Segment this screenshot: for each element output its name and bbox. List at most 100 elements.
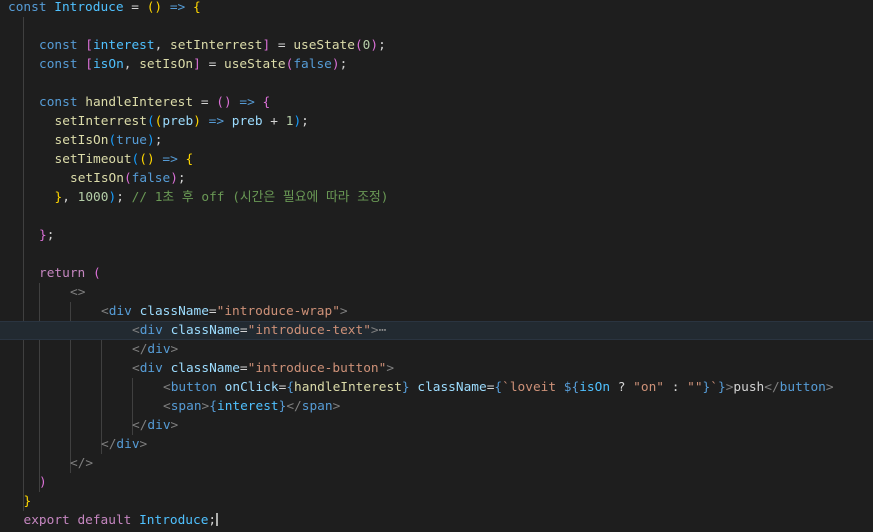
- code-line[interactable]: </div>: [0, 340, 873, 359]
- code-token: "introduce-button": [247, 361, 387, 376]
- code-line-text: const handleInterest = () => {: [39, 93, 270, 112]
- code-line[interactable]: }, 1000); // 1초 후 off (시간은 필요에 따라 조정): [0, 188, 873, 207]
- code-token: =: [193, 95, 217, 110]
- code-line[interactable]: [0, 207, 873, 226]
- code-line[interactable]: ): [0, 473, 873, 492]
- code-line[interactable]: <>: [0, 283, 873, 302]
- folded-region-icon[interactable]: ⋯: [379, 323, 387, 338]
- code-token: >: [332, 399, 341, 414]
- code-token: </: [132, 418, 148, 433]
- code-token: ${: [563, 380, 580, 395]
- code-line[interactable]: [0, 74, 873, 93]
- code-line[interactable]: const [interest, setInterrest] = useStat…: [0, 36, 873, 55]
- code-token: ): [170, 171, 178, 186]
- code-line-active[interactable]: <div className="introduce-text">⋯: [0, 321, 873, 340]
- code-token: =>: [200, 114, 232, 129]
- code-token: {: [192, 0, 201, 15]
- code-line-text: }, 1000); // 1초 후 off (시간은 필요에 따라 조정): [55, 188, 389, 207]
- code-token: span: [301, 399, 333, 414]
- code-token: preb: [231, 114, 263, 129]
- code-token: ;: [301, 114, 309, 129]
- code-token: ): [146, 133, 155, 148]
- code-line[interactable]: </div>: [0, 435, 873, 454]
- code-line[interactable]: <div className="introduce-button">: [0, 359, 873, 378]
- code-token: >: [386, 361, 395, 376]
- code-line-text: </div>: [132, 416, 178, 435]
- code-line[interactable]: <div className="introduce-wrap">: [0, 302, 873, 321]
- code-token: const: [8, 0, 55, 15]
- code-token: {: [185, 152, 194, 167]
- code-token: (: [123, 171, 132, 186]
- code-token: }: [717, 380, 726, 395]
- code-line[interactable]: };: [0, 226, 873, 245]
- code-token: [: [85, 57, 93, 72]
- code-token: </: [101, 437, 117, 452]
- code-token: ): [39, 475, 47, 490]
- code-line[interactable]: setTimeout(() => {: [0, 150, 873, 169]
- code-token: >: [170, 342, 179, 357]
- code-token: button: [779, 380, 826, 395]
- code-line-text: <>: [70, 283, 85, 302]
- code-token: {: [209, 399, 217, 414]
- code-line[interactable]: </>: [0, 454, 873, 473]
- code-token: setIsOn: [70, 171, 124, 186]
- code-token: ): [154, 0, 163, 15]
- code-line-text: setTimeout(() => {: [55, 150, 194, 169]
- code-token: div: [147, 342, 171, 357]
- code-token: const: [39, 57, 86, 72]
- code-line[interactable]: setIsOn(true);: [0, 131, 873, 150]
- code-line[interactable]: }: [0, 492, 873, 511]
- code-token: {: [286, 380, 295, 395]
- code-token: =: [239, 323, 248, 338]
- code-token: }: [39, 228, 47, 243]
- code-token: =: [270, 38, 294, 53]
- code-token: ;: [378, 38, 386, 53]
- code-editor[interactable]: const Introduce = () => {const [interest…: [0, 0, 873, 532]
- code-line[interactable]: setIsOn(false);: [0, 169, 873, 188]
- code-token: <>: [70, 285, 86, 300]
- code-token: button: [170, 380, 217, 395]
- code-line[interactable]: setInterrest((preb) => preb + 1);: [0, 112, 873, 131]
- code-token: div: [139, 323, 163, 338]
- code-line-text: </div>: [101, 435, 147, 454]
- code-token: push: [733, 380, 765, 395]
- code-token: div: [139, 361, 163, 376]
- code-token: span: [170, 399, 202, 414]
- code-token: useState: [223, 57, 286, 72]
- code-line[interactable]: const [isOn, setIsOn] = useState(false);: [0, 55, 873, 74]
- code-token: setIsOn: [139, 57, 194, 72]
- code-line[interactable]: <button onClick={handleInterest} classNa…: [0, 378, 873, 397]
- code-token: =: [239, 361, 248, 376]
- code-token: interest: [216, 399, 279, 414]
- code-token: =: [200, 57, 224, 72]
- code-line[interactable]: const handleInterest = () => {: [0, 93, 873, 112]
- code-line[interactable]: </div>: [0, 416, 873, 435]
- code-line[interactable]: [0, 17, 873, 36]
- code-token: Introduce: [54, 0, 124, 15]
- code-line-text: };: [39, 226, 54, 245]
- code-line[interactable]: [0, 245, 873, 264]
- code-line[interactable]: return (: [0, 264, 873, 283]
- code-line-text: <div className="introduce-text">⋯: [132, 322, 386, 341]
- code-token: ,: [123, 57, 140, 72]
- code-line-text: const [interest, setInterrest] = useStat…: [39, 36, 386, 55]
- code-token: +: [262, 114, 286, 129]
- code-token: ,: [154, 38, 171, 53]
- code-token: >: [170, 418, 179, 433]
- code-token: preb: [162, 114, 194, 129]
- code-line-text: const [isOn, setIsOn] = useState(false);: [39, 55, 347, 74]
- code-line-text: </div>: [132, 340, 178, 359]
- code-line[interactable]: <span>{interest}</span>: [0, 397, 873, 416]
- code-token: handleInterest: [85, 95, 194, 110]
- code-token: onClick: [224, 380, 279, 395]
- code-token: ): [193, 114, 201, 129]
- code-token: setIsOn: [54, 133, 109, 148]
- code-token: setInterrest: [54, 114, 147, 129]
- code-token: </: [764, 380, 780, 395]
- code-line[interactable]: const Introduce = () => {: [0, 0, 873, 17]
- code-token: (: [108, 133, 117, 148]
- code-token: (: [146, 114, 155, 129]
- code-token: useState: [293, 38, 355, 53]
